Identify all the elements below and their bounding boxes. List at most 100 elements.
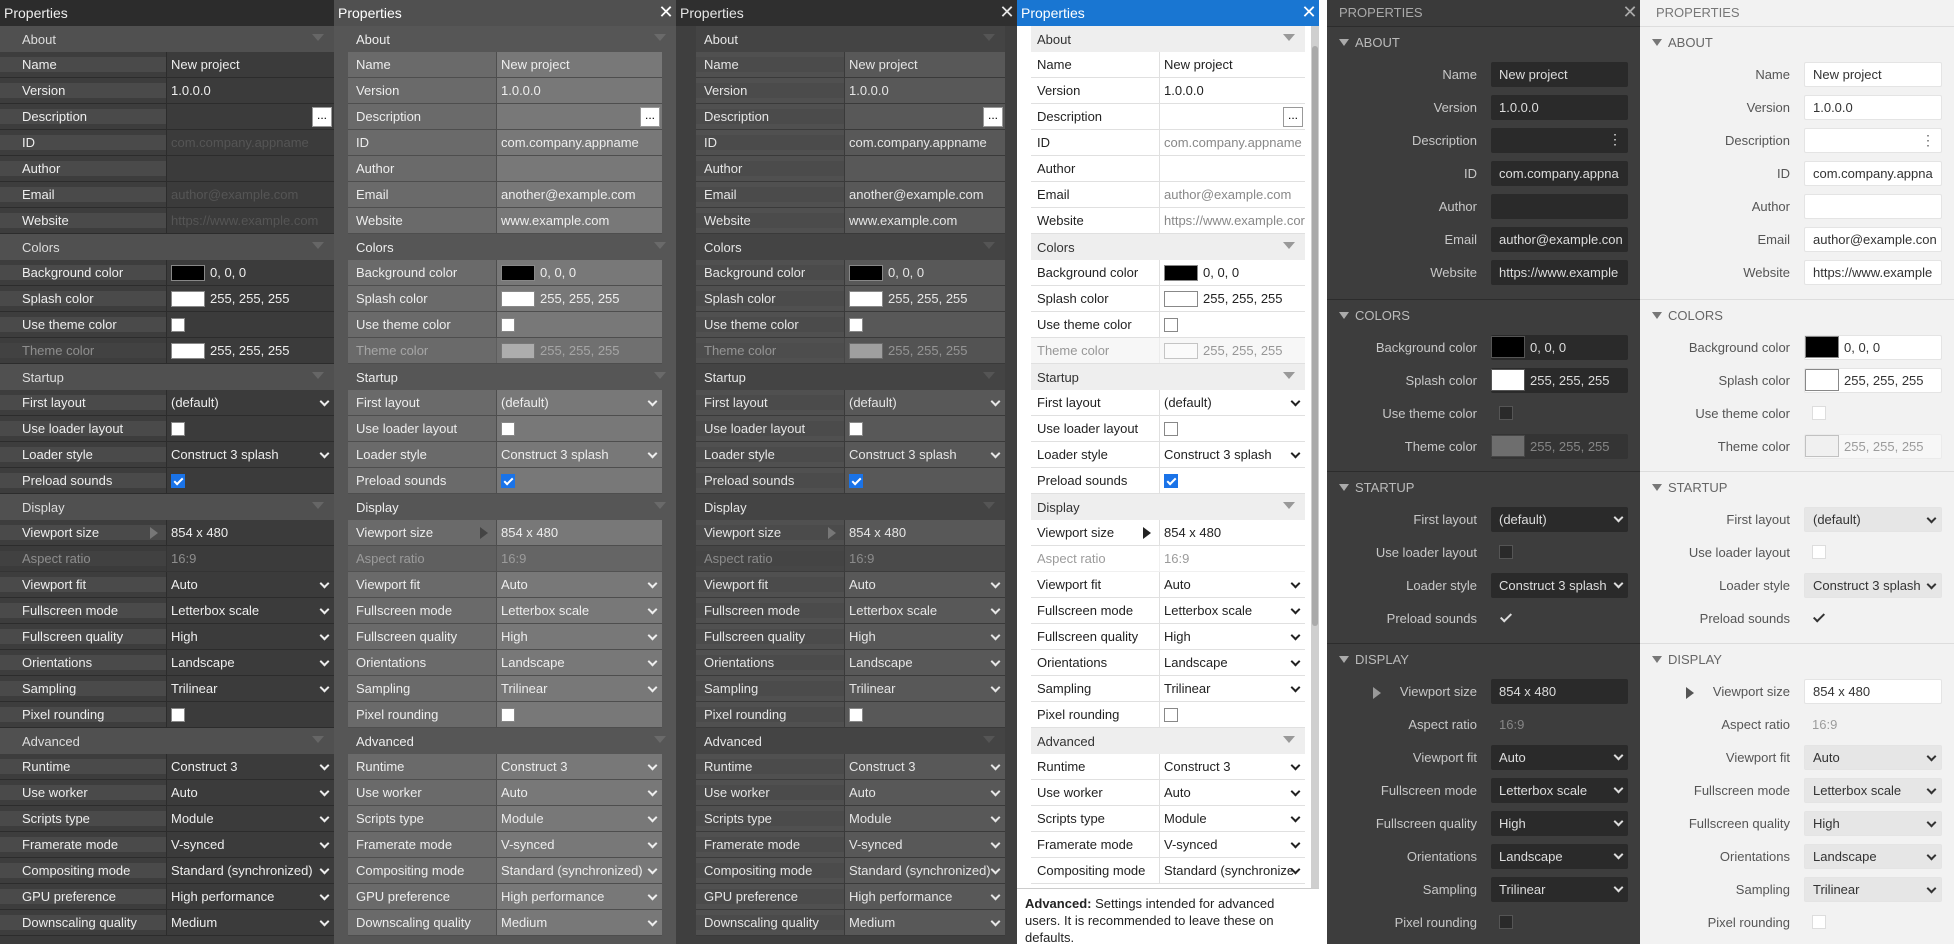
- prop-author[interactable]: Author: [1031, 156, 1305, 182]
- expand-icon[interactable]: [150, 527, 158, 539]
- color-swatch[interactable]: [1164, 264, 1198, 281]
- prop-first-layout[interactable]: First layout (default): [1640, 503, 1954, 536]
- prop-description[interactable]: Description ⋮: [1327, 124, 1640, 157]
- prop-id[interactable]: ID com.company.appna: [1640, 157, 1954, 190]
- prop-fullscreen-mode[interactable]: Fullscreen mode Letterbox scale: [348, 598, 662, 624]
- prop-viewport-fit[interactable]: Viewport fit Auto: [0, 572, 334, 598]
- color-swatch[interactable]: [1805, 336, 1839, 358]
- section-about[interactable]: About: [0, 26, 334, 52]
- section-colors[interactable]: Colors: [0, 234, 334, 260]
- checkbox[interactable]: [171, 707, 185, 722]
- prop-scripts-type[interactable]: Scripts type Module: [1031, 806, 1305, 832]
- color-swatch[interactable]: [1805, 369, 1839, 391]
- prop-compositing[interactable]: Compositing mode Standard (synchronized): [696, 858, 1005, 884]
- prop-email[interactable]: Email another@example.com: [696, 182, 1005, 208]
- prop-use-worker[interactable]: Use worker Auto: [348, 780, 662, 806]
- section-advanced[interactable]: Advanced: [334, 728, 676, 754]
- expand-icon[interactable]: [480, 527, 488, 539]
- prop-website[interactable]: Website www.example.com: [696, 208, 1005, 234]
- expand-icon[interactable]: [1686, 687, 1694, 699]
- prop-loader-style[interactable]: Loader style Construct 3 splash: [1640, 569, 1954, 602]
- prop-use-loader[interactable]: Use loader layout: [0, 416, 334, 442]
- checkbox[interactable]: [1499, 915, 1513, 929]
- prop-sampling[interactable]: Sampling Trilinear: [0, 676, 334, 702]
- prop-splash-color[interactable]: Splash color 255, 255, 255: [1640, 364, 1954, 397]
- section-display[interactable]: Display: [1327, 643, 1640, 675]
- prop-fullscreen-quality[interactable]: Fullscreen quality High: [348, 624, 662, 650]
- prop-sampling[interactable]: Sampling Trilinear: [1640, 873, 1954, 906]
- checkbox[interactable]: [171, 317, 185, 332]
- prop-description[interactable]: Description ⋮: [1640, 124, 1954, 157]
- checkbox[interactable]: [1499, 545, 1513, 559]
- close-icon[interactable]: ✕: [999, 0, 1015, 24]
- prop-first-layout[interactable]: First layout (default): [1327, 503, 1640, 536]
- prop-description[interactable]: Description...: [348, 104, 662, 130]
- prop-use-theme[interactable]: Use theme color: [1031, 312, 1305, 338]
- prop-use-worker[interactable]: Use worker Auto: [696, 780, 1005, 806]
- prop-name[interactable]: Name New project: [1327, 58, 1640, 91]
- prop-id[interactable]: ID com.company.appname: [1031, 130, 1305, 156]
- prop-fullscreen-mode[interactable]: Fullscreen mode Letterbox scale: [1640, 774, 1954, 807]
- color-swatch[interactable]: [849, 264, 883, 281]
- prop-description[interactable]: Description...: [696, 104, 1005, 130]
- prop-scripts-type[interactable]: Scripts type Module: [348, 806, 662, 832]
- prop-viewport-fit[interactable]: Viewport fit Auto: [348, 572, 662, 598]
- prop-runtime[interactable]: Runtime Construct 3: [696, 754, 1005, 780]
- prop-name[interactable]: Name New project: [1031, 52, 1305, 78]
- section-display[interactable]: Display: [1031, 494, 1305, 520]
- checkbox-checked[interactable]: [501, 473, 515, 488]
- color-swatch[interactable]: [1164, 290, 1198, 307]
- prop-runtime[interactable]: Runtime Construct 3: [0, 754, 334, 780]
- section-colors[interactable]: Colors: [334, 234, 676, 260]
- prop-website[interactable]: Website https://www.example: [1327, 256, 1640, 289]
- prop-splash-color[interactable]: Splash color 255, 255, 255: [696, 286, 1005, 312]
- prop-author[interactable]: Author: [0, 156, 334, 182]
- prop-downscale[interactable]: Downscaling quality Medium: [0, 910, 334, 936]
- prop-first-layout[interactable]: First layout (default): [0, 390, 334, 416]
- prop-loader-style[interactable]: Loader style Construct 3 splash: [348, 442, 662, 468]
- prop-website[interactable]: Website https://www.example: [1640, 256, 1954, 289]
- prop-preload[interactable]: Preload sounds: [1327, 602, 1640, 635]
- prop-use-loader[interactable]: Use loader layout: [1327, 536, 1640, 569]
- checkbox[interactable]: [501, 707, 515, 722]
- prop-use-theme[interactable]: Use theme color: [1640, 397, 1954, 430]
- prop-version[interactable]: Version 1.0.0.0: [0, 78, 334, 104]
- prop-name[interactable]: Name New project: [348, 52, 662, 78]
- color-swatch[interactable]: [1491, 369, 1525, 391]
- prop-fullscreen-mode[interactable]: Fullscreen mode Letterbox scale: [1327, 774, 1640, 807]
- section-display[interactable]: Display: [334, 494, 676, 520]
- prop-compositing[interactable]: Compositing mode Standard (synchronize: [1031, 858, 1305, 884]
- prop-id[interactable]: ID com.company.appna: [1327, 157, 1640, 190]
- prop-viewport-fit[interactable]: Viewport fit Auto: [696, 572, 1005, 598]
- prop-viewport[interactable]: Viewport size 854 x 480: [696, 520, 1005, 546]
- section-colors[interactable]: Colors: [1640, 299, 1954, 331]
- prop-scripts-type[interactable]: Scripts type Module: [696, 806, 1005, 832]
- section-startup[interactable]: Startup: [1327, 471, 1640, 503]
- prop-use-theme[interactable]: Use theme color: [1327, 397, 1640, 430]
- scrollbar-thumb[interactable]: [1312, 46, 1318, 626]
- prop-fullscreen-mode[interactable]: Fullscreen mode Letterbox scale: [696, 598, 1005, 624]
- checkbox[interactable]: [1164, 421, 1178, 436]
- prop-version[interactable]: Version 1.0.0.0: [1031, 78, 1305, 104]
- prop-scripts-type[interactable]: Scripts type Module: [0, 806, 334, 832]
- prop-bg-color[interactable]: Background color 0, 0, 0: [696, 260, 1005, 286]
- prop-framerate[interactable]: Framerate mode V-synced: [696, 832, 1005, 858]
- prop-author[interactable]: Author: [1640, 190, 1954, 223]
- prop-orientations[interactable]: Orientations Landscape: [696, 650, 1005, 676]
- prop-pixel-rounding[interactable]: Pixel rounding: [696, 702, 1005, 728]
- prop-loader-style[interactable]: Loader style Construct 3 splash: [696, 442, 1005, 468]
- prop-gpu[interactable]: GPU preference High performance: [348, 884, 662, 910]
- prop-bg-color[interactable]: Background color 0, 0, 0: [1327, 331, 1640, 364]
- ellipsis-button[interactable]: ...: [640, 107, 660, 127]
- prop-first-layout[interactable]: First layout (default): [1031, 390, 1305, 416]
- prop-fullscreen-mode[interactable]: Fullscreen mode Letterbox scale: [1031, 598, 1305, 624]
- checkbox[interactable]: [171, 421, 185, 436]
- prop-id[interactable]: ID com.company.appname: [0, 130, 334, 156]
- prop-pixel-rounding[interactable]: Pixel rounding: [1327, 906, 1640, 939]
- prop-version[interactable]: Version 1.0.0.0: [1640, 91, 1954, 124]
- prop-fullscreen-quality[interactable]: Fullscreen quality High: [1640, 807, 1954, 840]
- prop-bg-color[interactable]: Background color 0, 0, 0: [1640, 331, 1954, 364]
- section-advanced[interactable]: Advanced: [1031, 728, 1305, 754]
- section-colors[interactable]: Colors: [696, 234, 1005, 260]
- prop-viewport[interactable]: Viewport size 854 x 480: [0, 520, 334, 546]
